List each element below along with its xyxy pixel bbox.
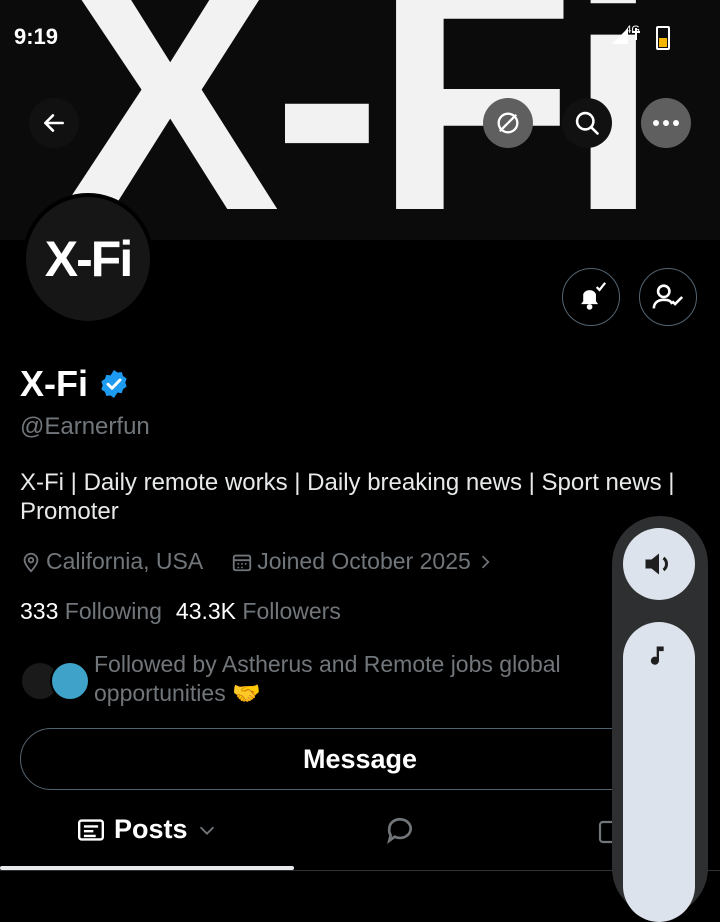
volume-mode-button[interactable] bbox=[623, 528, 695, 600]
chevron-right-icon bbox=[481, 555, 490, 568]
name-row: X-Fi bbox=[20, 363, 130, 405]
verified-badge-icon[interactable] bbox=[98, 368, 130, 400]
user-handle: @Earnerfun bbox=[20, 413, 150, 440]
followers-label: Followers bbox=[242, 598, 341, 624]
back-arrow-icon bbox=[44, 114, 64, 132]
followed-by-row[interactable]: Followed by Astherus and Remote jobs glo… bbox=[20, 650, 614, 708]
tab-replies[interactable] bbox=[384, 814, 416, 851]
calendar-icon bbox=[233, 554, 252, 571]
location-pin-icon bbox=[23, 552, 39, 572]
message-button[interactable]: Message bbox=[20, 728, 700, 790]
person-check-icon bbox=[652, 284, 684, 309]
profile-bio: X-Fi | Daily remote works | Daily breaki… bbox=[20, 469, 675, 525]
following-count: 333 bbox=[20, 598, 59, 624]
media-volume-slider[interactable] bbox=[623, 622, 695, 922]
location-text: California, USA bbox=[46, 548, 204, 574]
music-note-icon bbox=[650, 646, 664, 665]
follow-counts: 333 Following 43.3K Followers bbox=[20, 598, 341, 625]
profile-meta: California, USA Joined October 2025 bbox=[20, 548, 523, 575]
followed-by-text: Followed by Astherus and Remote jobs glo… bbox=[94, 651, 561, 706]
following-label: Following bbox=[64, 598, 162, 624]
speaker-icon bbox=[645, 553, 668, 575]
profile-avatar[interactable]: X-Fi bbox=[22, 193, 154, 325]
bell-check-icon bbox=[581, 282, 607, 310]
reply-bubble-icon bbox=[387, 817, 412, 844]
chevron-down-icon bbox=[199, 826, 214, 835]
avatar bbox=[50, 661, 90, 701]
followers-count: 43.3K bbox=[175, 598, 237, 624]
more-button[interactable] bbox=[641, 98, 691, 148]
posts-icon bbox=[78, 818, 104, 841]
notifications-button[interactable] bbox=[562, 268, 620, 326]
search-button[interactable] bbox=[562, 98, 612, 148]
following-button[interactable] bbox=[639, 268, 697, 326]
refresh-icon bbox=[497, 112, 519, 134]
search-icon bbox=[575, 111, 599, 135]
status-time: 9:19 bbox=[14, 24, 59, 49]
following-link[interactable]: 333 Following bbox=[20, 598, 162, 625]
display-name: X-Fi bbox=[20, 363, 88, 404]
follower-avatars bbox=[20, 650, 90, 701]
followers-link[interactable]: 43.3K Followers bbox=[176, 598, 341, 625]
signal-icon bbox=[612, 28, 640, 44]
more-horizontal-icon bbox=[653, 120, 679, 126]
location-item: California, USA bbox=[20, 548, 203, 575]
avatar-logo: X-Fi bbox=[26, 197, 150, 321]
tab-posts[interactable]: Posts bbox=[76, 814, 218, 845]
refresh-button[interactable] bbox=[483, 98, 533, 148]
joined-text: Joined October 2025 bbox=[257, 548, 471, 574]
back-button[interactable] bbox=[29, 98, 79, 148]
volume-panel bbox=[612, 516, 708, 922]
joined-item[interactable]: Joined October 2025 bbox=[231, 548, 495, 575]
battery-icon bbox=[656, 26, 670, 50]
tab-posts-label: Posts bbox=[114, 814, 188, 844]
